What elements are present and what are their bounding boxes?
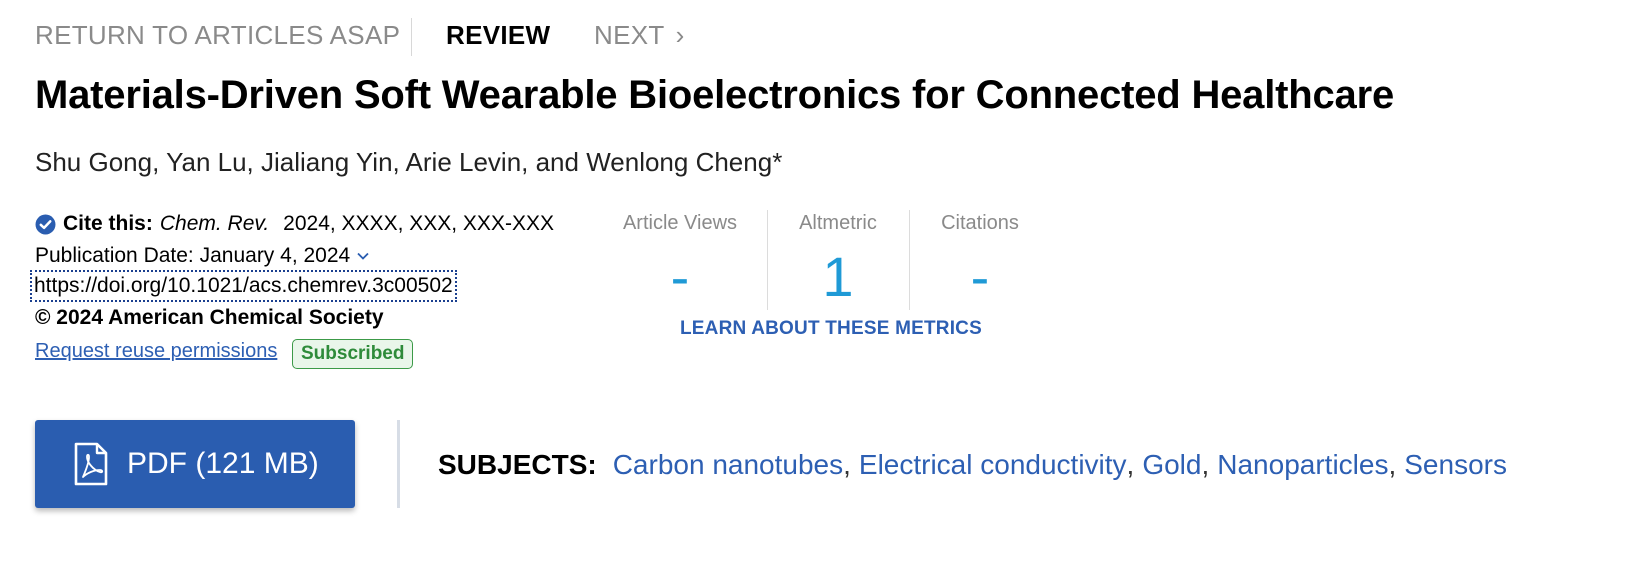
- subjects-list: SUBJECTS: Carbon nanotubes, Electrical c…: [438, 449, 1507, 481]
- subject-link-gold[interactable]: Gold: [1142, 449, 1201, 481]
- metric-citations[interactable]: Citations -: [925, 212, 1035, 305]
- metric-label: Article Views: [622, 212, 738, 234]
- learn-about-metrics-link[interactable]: LEARN ABOUT THESE METRICS: [680, 318, 982, 340]
- subjects-label: SUBJECTS:: [438, 449, 597, 480]
- next-article-link[interactable]: NEXT ›: [594, 20, 685, 51]
- separator: ,: [1201, 449, 1210, 480]
- pdf-download-button[interactable]: PDF (121 MB): [35, 420, 355, 508]
- metric-value: -: [670, 245, 690, 308]
- cite-label[interactable]: Cite this:: [63, 212, 153, 236]
- request-reuse-permissions-link[interactable]: Request reuse permissions: [35, 340, 277, 363]
- return-to-articles-link[interactable]: RETURN TO ARTICLES ASAP: [35, 20, 400, 51]
- metric-divider: [909, 210, 910, 310]
- pdf-file-icon: [74, 442, 108, 486]
- metric-label: Citations: [941, 212, 1019, 234]
- subject-link-carbon-nanotubes[interactable]: Carbon nanotubes: [613, 449, 843, 481]
- copyright-notice: © 2024 American Chemical Society: [35, 306, 384, 329]
- verified-check-icon: [35, 214, 56, 234]
- subject-link-sensors[interactable]: Sensors: [1404, 449, 1507, 481]
- subject-link-nanoparticles[interactable]: Nanoparticles: [1217, 449, 1388, 481]
- nav-divider: [411, 18, 412, 56]
- publication-date-toggle[interactable]: Publication Date: January 4, 2024: [35, 244, 370, 268]
- journal-name: Chem. Rev.: [159, 212, 270, 235]
- separator: ,: [1388, 449, 1397, 480]
- chevron-right-icon: ›: [675, 20, 685, 50]
- section-divider: [397, 420, 400, 508]
- metric-value: -: [970, 245, 990, 308]
- separator: ,: [843, 449, 851, 480]
- publication-date: Publication Date: January 4, 2024: [35, 244, 351, 267]
- metric-altmetric[interactable]: Altmetric 1: [778, 212, 898, 305]
- metric-divider: [767, 210, 768, 310]
- cite-line: Cite this: Chem. Rev. 2024, XXXX, XXX, X…: [35, 212, 554, 236]
- article-type-label: REVIEW: [446, 20, 551, 50]
- separator: ,: [1126, 449, 1135, 480]
- chevron-down-icon: [357, 252, 369, 260]
- subject-link-electrical-conductivity[interactable]: Electrical conductivity: [859, 449, 1127, 481]
- doi-link[interactable]: https://doi.org/10.1021/acs.chemrev.3c00…: [30, 270, 457, 302]
- metric-label: Altmetric: [799, 212, 877, 234]
- author-list[interactable]: Shu Gong, Yan Lu, Jialiang Yin, Arie Lev…: [35, 147, 782, 178]
- citation-details: 2024, XXXX, XXX, XXX-XXX: [283, 212, 554, 235]
- pdf-button-label: PDF (121 MB): [127, 447, 319, 480]
- next-label: NEXT: [594, 20, 665, 50]
- metric-value: 1: [822, 245, 854, 308]
- subscribed-badge: Subscribed: [292, 339, 414, 369]
- article-title: Materials-Driven Soft Wearable Bioelectr…: [35, 73, 1394, 117]
- metric-article-views[interactable]: Article Views -: [605, 212, 755, 305]
